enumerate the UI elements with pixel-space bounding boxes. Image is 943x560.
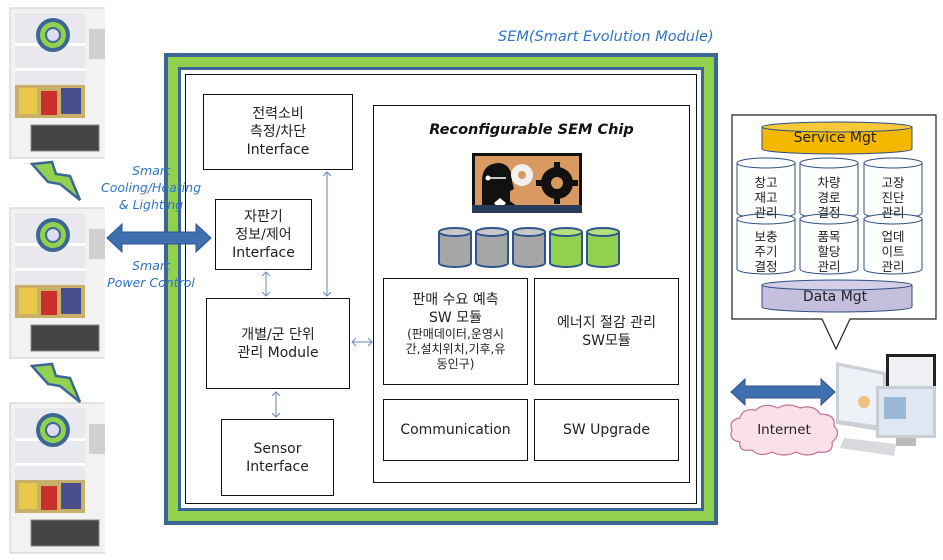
sales-forecast-sw-module: 판매 수요 예측 SW 모듈 (판매데이터,운영시 간,설치위치,기후,유 동인… — [383, 278, 528, 385]
memory-block-used — [512, 227, 546, 268]
data-mgt-label: Data Mgt — [802, 289, 868, 305]
memory-block-free — [549, 227, 583, 268]
energy-saving-sw-module: 에너지 절감 관리 SW모듈 — [534, 278, 679, 385]
computer-monitors-icon — [836, 354, 936, 456]
sensor-interface: Sensor Interface — [221, 419, 334, 496]
service-label: 보충 주기 결정 — [754, 229, 778, 274]
vending-machine-2 — [5, 203, 108, 361]
communication-module: Communication — [383, 399, 528, 461]
sem-title: SEM(Smart Evolution Module) — [498, 29, 714, 45]
memory-block-used — [438, 227, 472, 268]
service-label: 품목 할당 관리 — [817, 229, 841, 274]
vending-machine-3 — [5, 398, 108, 556]
service-label: 창고 재고 관리 — [754, 175, 778, 220]
memory-block-free — [586, 227, 620, 268]
service-mgt-label: Service Mgt — [793, 130, 877, 146]
bidirectional-arrow — [106, 222, 212, 254]
internet-label: Internet — [757, 422, 811, 438]
vending-machine-1 — [5, 3, 108, 161]
lightning-icon — [30, 160, 82, 201]
vending-info-control-interface: 자판기 정보/제어 Interface — [215, 199, 312, 270]
sw-upgrade-module: SW Upgrade — [534, 399, 679, 461]
service-label: 업데 이트 관리 — [881, 229, 905, 274]
smart-cooling-label: Smart Cooling/Heating & Lighting — [100, 163, 202, 212]
power-measurement-interface: 전력소비 측정/차단 Interface — [203, 94, 353, 170]
smart-power-label: Smart Power Control — [107, 258, 195, 290]
group-management-module: 개별/군 단위 관리 Module — [206, 298, 350, 389]
chip-title: Reconfigurable SEM Chip — [429, 122, 634, 138]
service-label: 차량 경로 결정 — [817, 175, 841, 220]
memory-blocks — [438, 227, 620, 268]
service-label: 고장 진단 관리 — [881, 175, 905, 220]
lightning-icon — [30, 362, 82, 403]
memory-block-used — [475, 227, 509, 268]
engineer-gears-icon — [472, 153, 582, 213]
